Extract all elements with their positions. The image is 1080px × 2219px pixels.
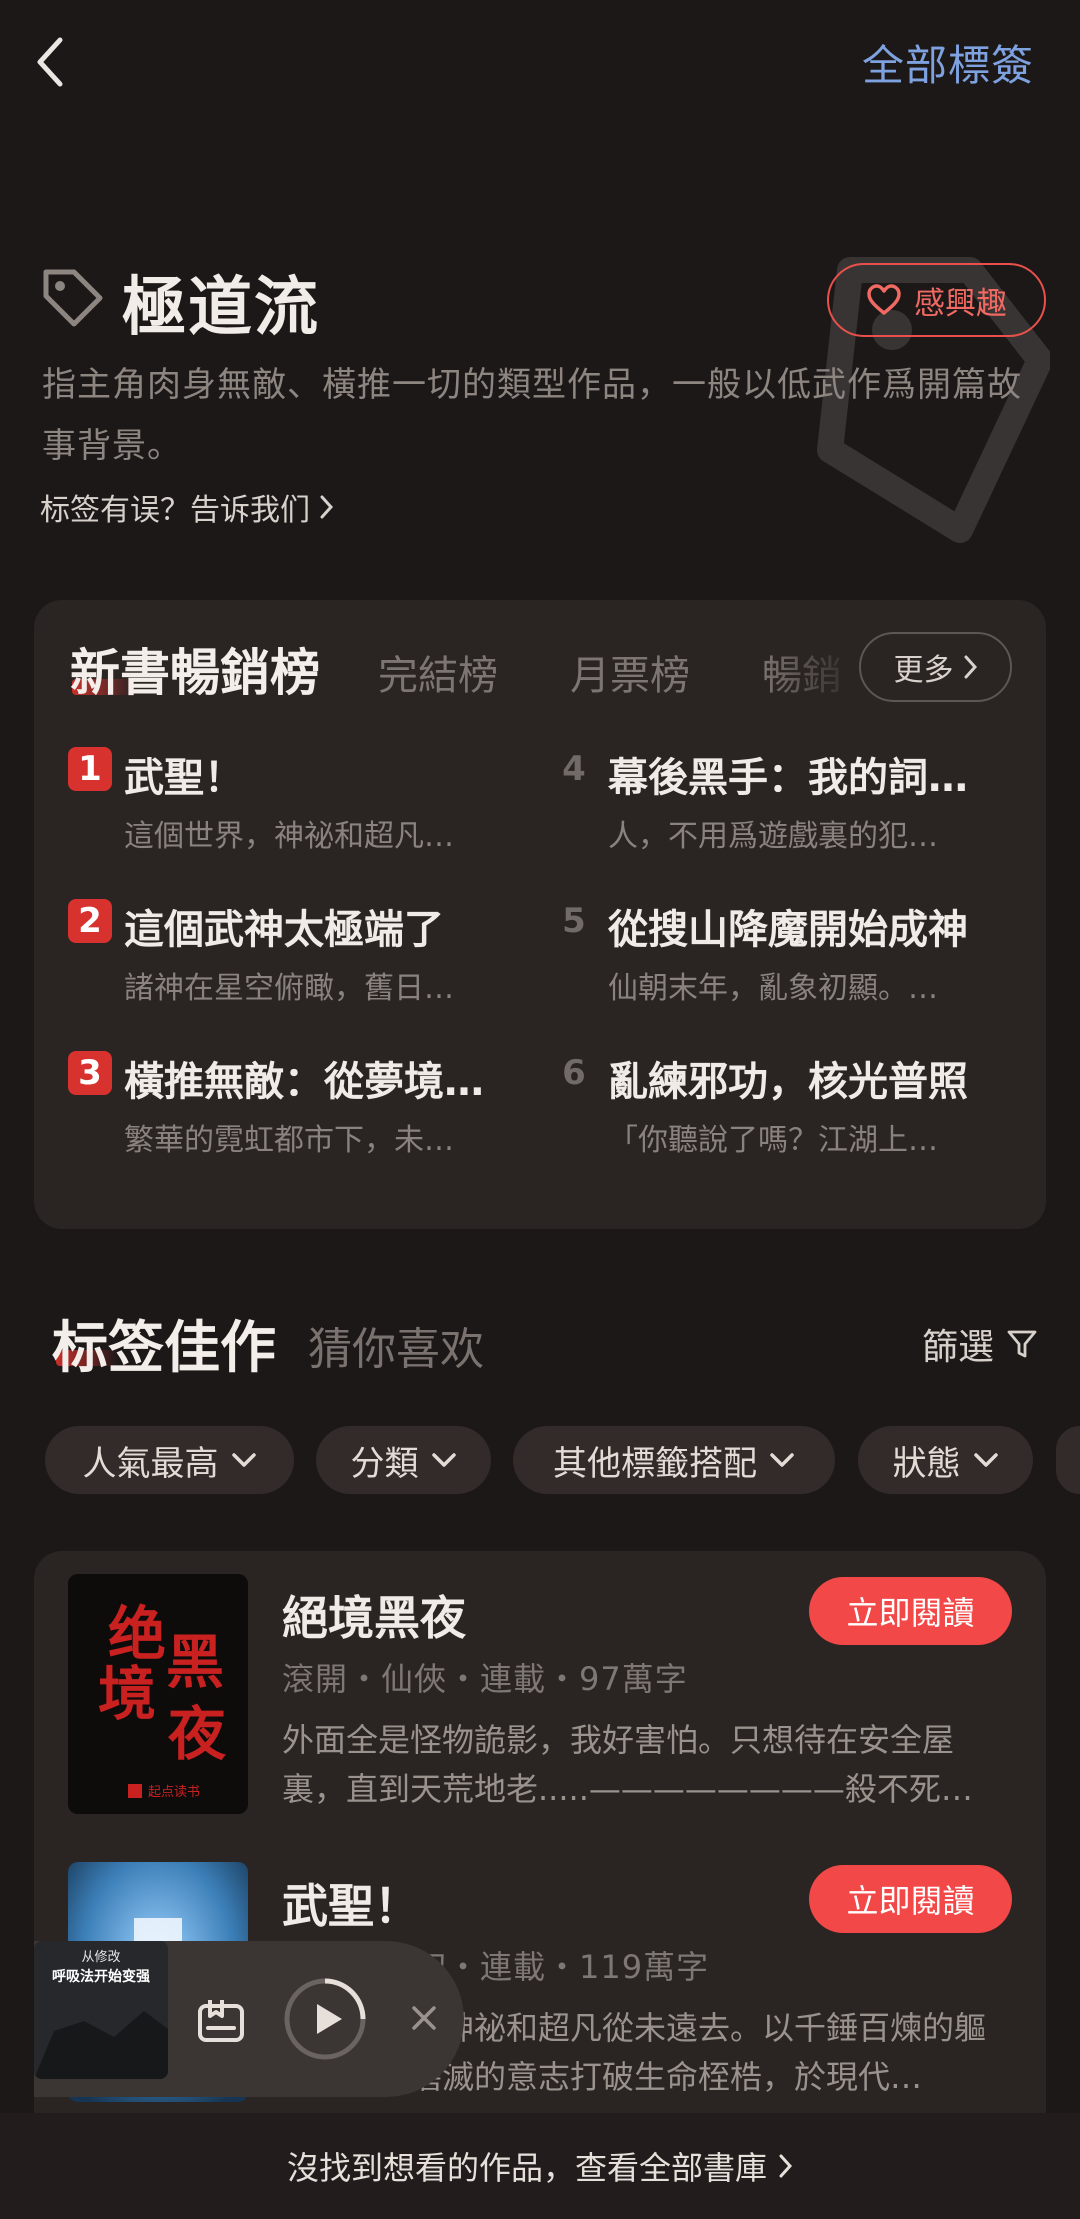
more-chip[interactable] [1056, 1426, 1080, 1494]
rank-title: 武聖！ [124, 755, 244, 801]
cover-art: 绝 境 黑 夜 起点读书 [68, 1574, 248, 1814]
svg-text:黑: 黑 [166, 1628, 224, 1696]
book-cover[interactable]: 绝 境 黑 夜 起点读书 [68, 1574, 248, 1814]
chevron-down-icon [231, 1453, 256, 1467]
rank-number: 4 [562, 749, 586, 789]
library-link-label: 沒找到想看的作品，查看全部書庫 [286, 2149, 767, 2187]
rank-title: 從搜山降魔開始成神 [608, 907, 968, 953]
chevron-down-icon [431, 1453, 456, 1467]
tab-new-books[interactable]: 新書暢銷榜 [70, 633, 320, 705]
category-dropdown[interactable]: 分類 [316, 1426, 491, 1494]
tag-title: 極道流 [122, 271, 320, 345]
chevron-right-icon [779, 2154, 793, 2178]
chevron-down-icon [973, 1453, 998, 1467]
svg-text:夜: 夜 [167, 1700, 227, 1768]
tab-completed[interactable]: 完結榜 [378, 643, 498, 701]
other-tags-dropdown[interactable]: 其他標籤搭配 [513, 1426, 835, 1494]
rank-number-badge: 1 [68, 747, 112, 791]
mini-cover-line1: 从修改 [81, 1950, 120, 1965]
read-now-button[interactable]: 立即閱讀 [809, 1865, 1012, 1933]
rank-title: 亂練邪功，核光普照 [608, 1059, 968, 1105]
book-shelf-icon[interactable] [194, 1992, 248, 2046]
heart-icon [867, 284, 901, 315]
back-button[interactable] [22, 30, 78, 94]
rank-number-badge: 3 [68, 1051, 112, 1095]
report-label: 标签有误？告诉我们 [40, 493, 310, 528]
rank-desc: 這個世界，神祕和超凡… [124, 819, 454, 854]
chip-label: 人氣最高 [82, 1443, 219, 1484]
chevron-down-icon [770, 1453, 794, 1467]
interest-button[interactable]: 感興趣 [827, 263, 1046, 337]
tag-description: 指主角肉身無敵、橫推一切的類型作品，一般以低武作爲開篇故事背景。 [42, 365, 1022, 466]
sort-popularity-dropdown[interactable]: 人氣最高 [45, 1426, 294, 1494]
chip-label: 狀態 [892, 1443, 961, 1484]
rank-desc: 人，不用爲遊戲裏的犯… [608, 819, 938, 854]
section-tab-recommended[interactable]: 猜你喜欢 [308, 1313, 484, 1377]
funnel-icon [1007, 1330, 1037, 1358]
cover-brand: 起点读书 [148, 1785, 200, 1800]
play-icon[interactable] [282, 1976, 368, 2062]
tag-icon [43, 269, 103, 327]
chevron-left-icon [37, 37, 63, 87]
rank-desc: 繁華的霓虹都市下，未… [124, 1123, 454, 1158]
rank-desc: 「你聽說了嗎？江湖上… [608, 1123, 938, 1158]
status-dropdown[interactable]: 狀態 [858, 1426, 1033, 1494]
rank-desc: 仙朝末年，亂象初顯。… [608, 971, 938, 1006]
cover-title-char: 绝 [108, 1600, 166, 1668]
more-rankings-button[interactable]: 更多 [859, 632, 1012, 702]
book-description: 外面全是怪物詭影，我好害怕。只想待在安全屋裏，直到天荒地老.....——————… [282, 1721, 973, 1808]
read-now-button[interactable]: 立即閱讀 [809, 1577, 1012, 1645]
filter-label: 篩選 [922, 1327, 995, 1368]
book-title[interactable]: 武聖！ [282, 1870, 420, 1936]
tab-monthly[interactable]: 月票榜 [570, 643, 690, 701]
more-label: 更多 [893, 653, 954, 688]
rank-number: 5 [562, 901, 586, 941]
library-link-bar[interactable]: 沒找到想看的作品，查看全部書庫 [0, 2113, 1080, 2219]
filter-button[interactable]: 篩選 [922, 1318, 1038, 1370]
rank-title: 橫推無敵：從夢境… [124, 1059, 484, 1105]
chip-label: 分類 [350, 1443, 419, 1484]
chevron-right-icon [320, 495, 334, 519]
mini-cover-art: 从修改 呼吸法开始变强 [34, 1941, 168, 2079]
rank-desc: 諸神在星空俯瞰，舊日… [124, 971, 454, 1006]
rank-title: 幕後黑手：我的詞… [608, 755, 968, 801]
rank-number-badge: 2 [68, 899, 112, 943]
book-title[interactable]: 絕境黑夜 [282, 1582, 466, 1648]
all-tags-link[interactable]: 全部標簽 [862, 32, 1034, 93]
tabs-fade [760, 630, 860, 704]
mini-cover-line2: 呼吸法开始变强 [52, 1968, 150, 1985]
close-icon[interactable] [404, 1998, 444, 2038]
rank-number: 6 [562, 1053, 586, 1093]
mini-player-cover[interactable]: 从修改 呼吸法开始变强 [34, 1941, 168, 2079]
book-meta: 滾開・仙俠・連載・97萬字 [282, 1660, 688, 1698]
chevron-right-icon [964, 655, 977, 679]
interest-label: 感興趣 [914, 285, 1007, 322]
svg-text:境: 境 [98, 1660, 156, 1728]
rank-title: 這個武神太極端了 [124, 907, 444, 953]
report-tag-link[interactable]: 标签有误？告诉我们 [40, 485, 334, 529]
chip-label: 其他標籤搭配 [553, 1443, 757, 1484]
section-tab-tag-works[interactable]: 标签佳作 [52, 1303, 276, 1384]
